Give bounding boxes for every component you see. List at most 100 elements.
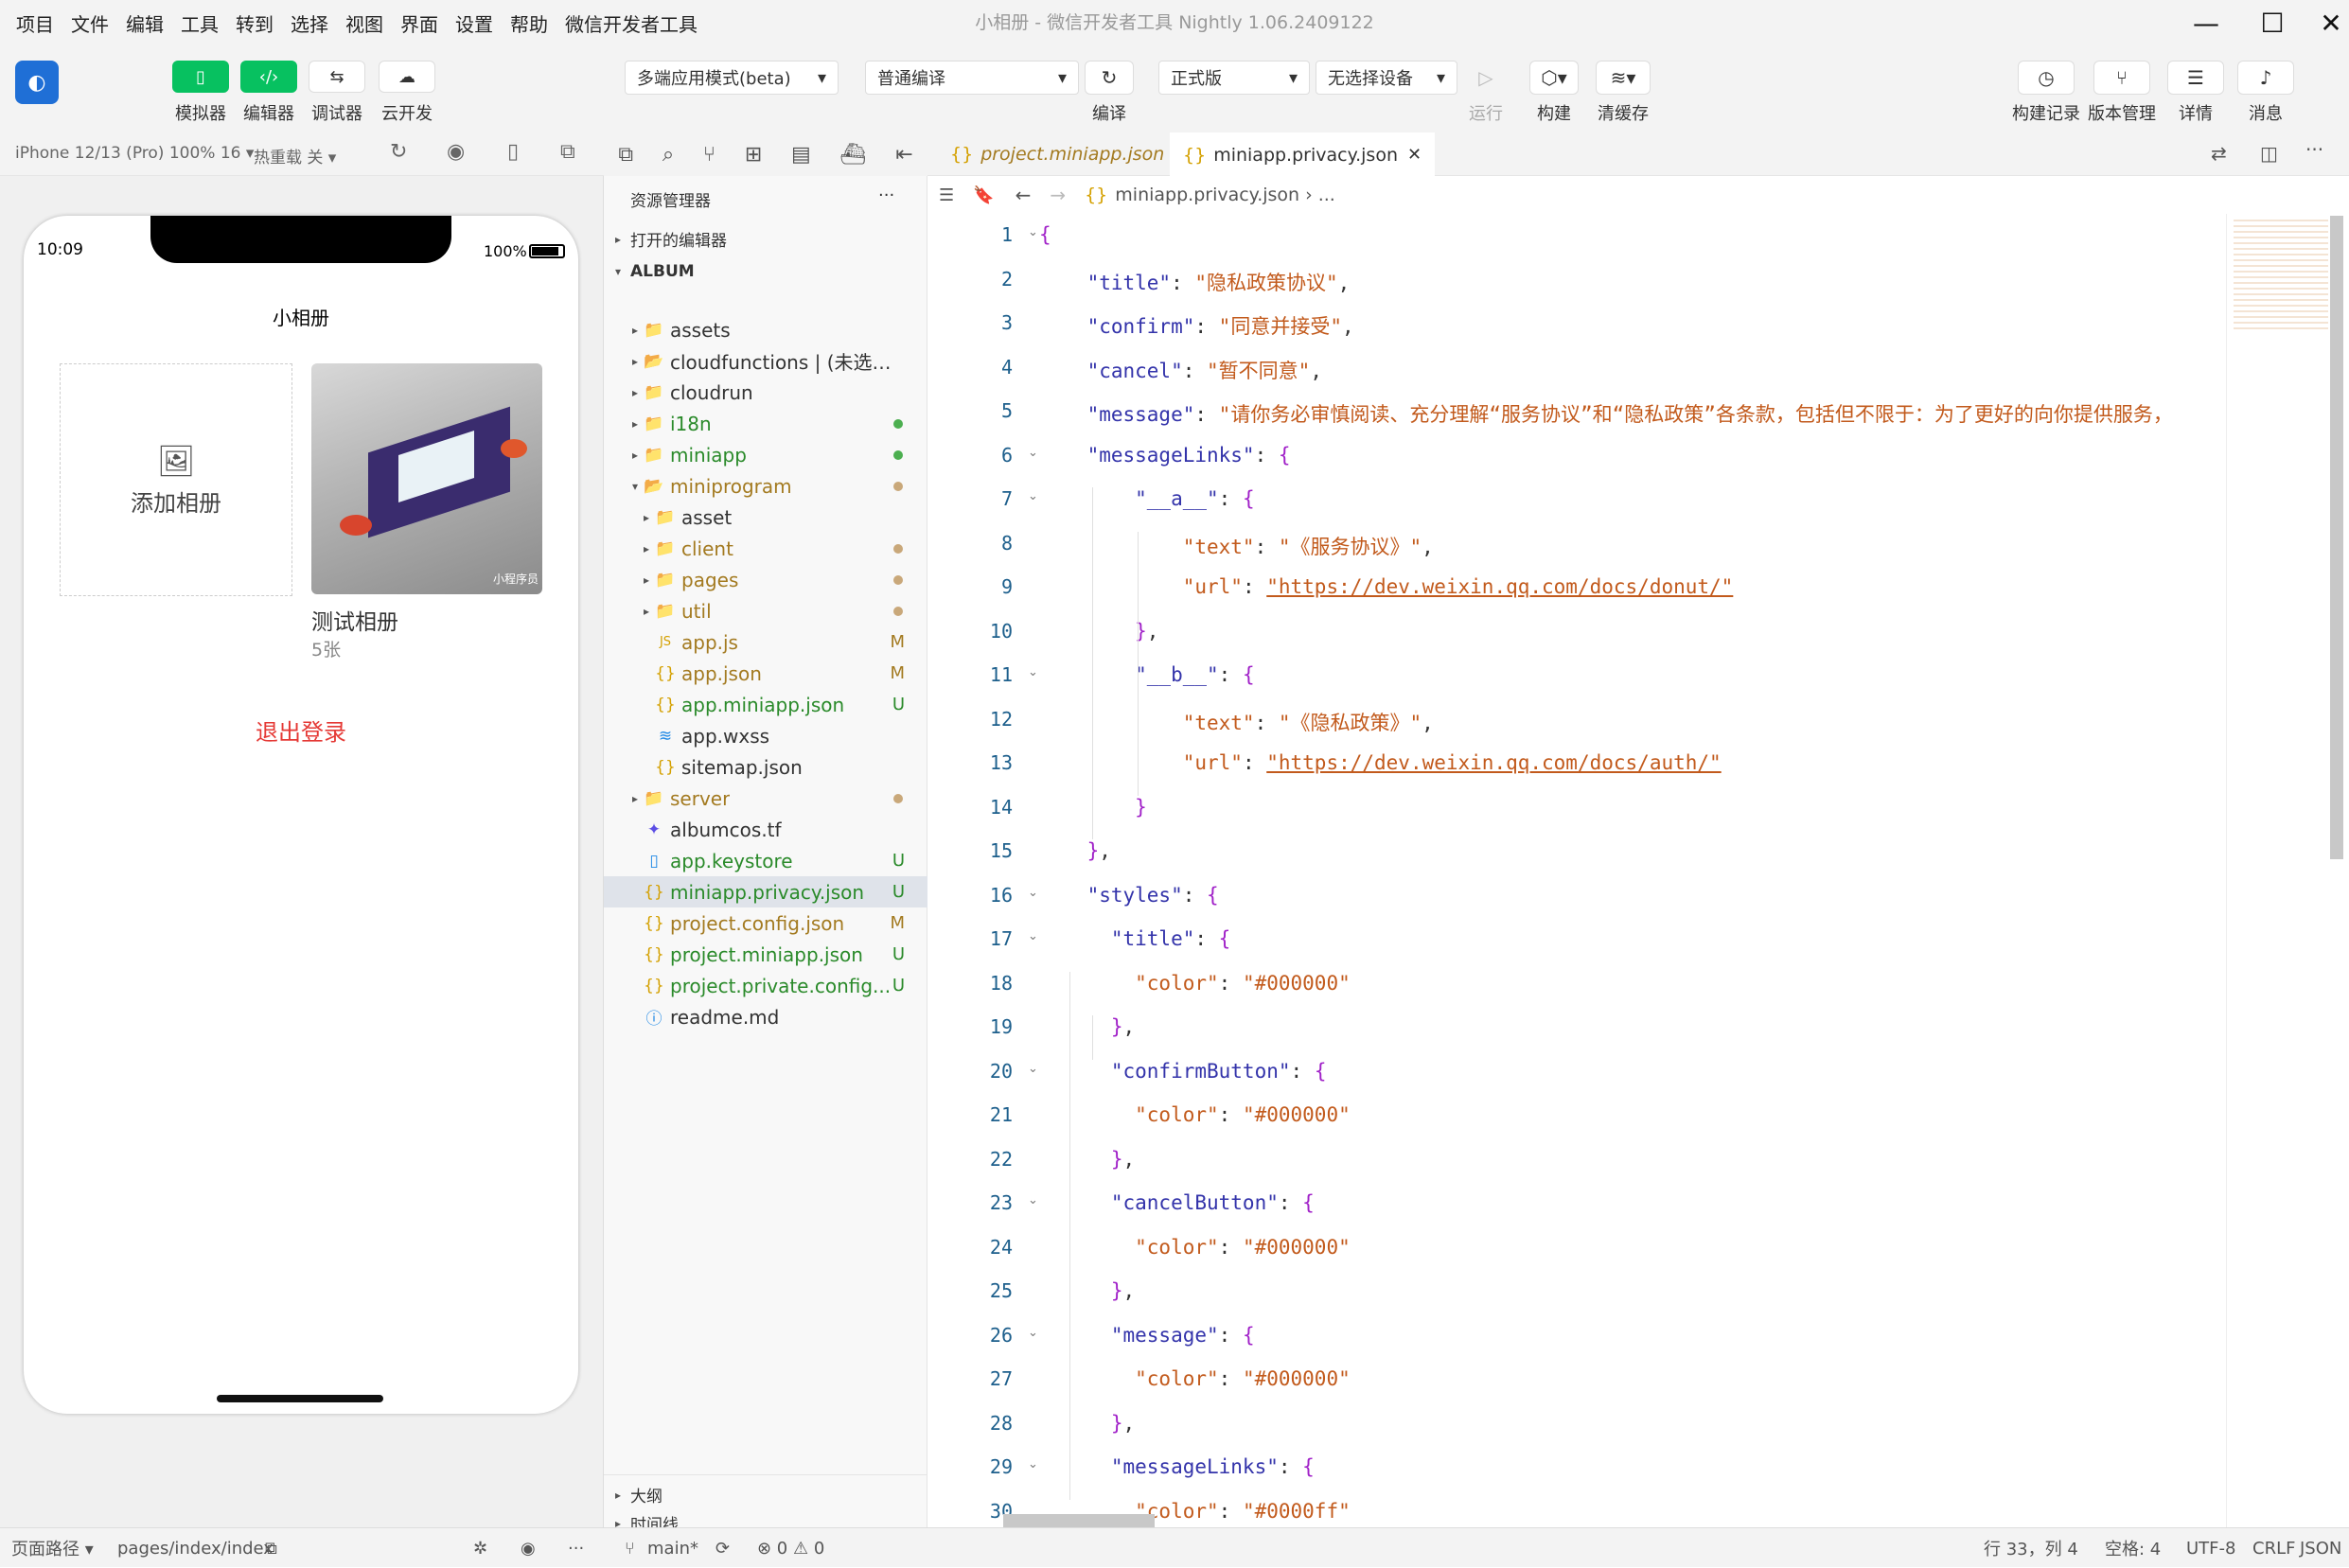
hot-reload-toggle[interactable]: 热重载 关 ▾ [254,144,336,167]
build-log-button[interactable]: ◷ [2018,61,2075,95]
menu-item[interactable]: 编辑 [117,9,172,37]
details-button[interactable]: ☰ [2167,61,2224,95]
tab-project-miniapp[interactable]: {} project.miniapp.json [937,132,1177,176]
file-tree-item[interactable]: {} app.json M [604,658,927,689]
file-tree-item[interactable]: ▸ 📁 cloudrun [604,377,927,408]
menu-item[interactable]: 设置 [447,9,502,37]
file-tree-item[interactable]: ▸ 📁 i18n [604,408,927,439]
open-editors-section[interactable]: ▸ 打开的编辑器 [604,223,927,255]
indentation[interactable]: 空格: 4 [2105,1528,2161,1568]
fold-chevron-icon[interactable]: ⌄ [1028,1193,1038,1207]
refresh-icon[interactable]: ↻ [390,140,407,164]
close-window-button[interactable]: ✕ [2302,0,2349,45]
fold-chevron-icon[interactable]: ⌄ [1028,489,1038,503]
fold-chevron-icon[interactable]: ⌄ [1028,1326,1038,1340]
file-tree-item[interactable]: ▸ 📁 server [604,783,927,814]
copy-icon[interactable]: ⧉ [265,1528,277,1568]
collapse-icon[interactable]: ⇤ [895,143,912,167]
fold-chevron-icon[interactable]: ⌄ [1028,886,1038,900]
file-tree-item[interactable]: ▸ 📁 asset [604,502,927,533]
album-cover[interactable]: 小程序员 [311,363,542,594]
file-tree-item[interactable]: ▸ 📁 pages [604,564,927,595]
mode-select[interactable]: 多端应用模式(beta) ▾ [625,61,839,95]
menu-item[interactable]: 转到 [227,9,282,37]
window-icon[interactable]: ⧉ [560,140,575,164]
more-icon[interactable]: ··· [878,185,894,205]
menu-item[interactable]: 文件 [62,9,117,37]
editor-toggle[interactable]: ‹/› [240,61,297,93]
forward-arrow-icon[interactable]: → [1050,184,1066,206]
split-editor-icon[interactable]: ◫ [2260,142,2278,165]
compile-select[interactable]: 普通编译 ▾ [865,61,1079,95]
files-icon[interactable]: ⧉ [618,143,633,167]
back-arrow-icon[interactable]: ← [1016,184,1032,206]
more-icon[interactable]: ··· [568,1528,584,1568]
encoding[interactable]: UTF-8 [2186,1528,2235,1568]
maximize-button[interactable]: ☐ [2243,0,2302,45]
line-ending[interactable]: CRLF [2252,1528,2295,1568]
device-select[interactable]: 无选择设备 ▾ [1316,61,1457,95]
file-tree-item[interactable]: ▾ 📂 miniprogram [604,470,927,502]
menu-item[interactable]: 微信开发者工具 [556,9,706,37]
list-icon[interactable]: ☰ [939,185,954,205]
version-mgmt-button[interactable]: ⑂ [2093,61,2150,95]
close-icon[interactable]: ✕ [1407,145,1422,165]
search-icon[interactable]: ⌕ [662,143,674,167]
fold-chevron-icon[interactable]: ⌄ [1028,225,1038,239]
menu-item[interactable]: 项目 [8,9,62,37]
fold-chevron-icon[interactable]: ⌄ [1028,1457,1038,1471]
file-tree-item[interactable]: ▸ 📂 cloudfunctions | (未选择... [604,345,927,377]
outline-section[interactable]: ▸ 大纲 [604,1479,927,1510]
horizontal-scrollbar[interactable] [1003,1514,1155,1527]
menu-item[interactable]: 视图 [337,9,392,37]
menu-item[interactable]: 工具 [172,9,227,37]
code-area[interactable]: 1 ⌄ 2 3 4 5 6 ⌄ 7 ⌄ 8 9 10 11 ⌄ 12 13 14 15 16 ⌄ 17 ⌄ 18 19 20 ⌄ 21… [927,214,2349,1527]
compile-button[interactable]: ↻ [1085,61,1134,95]
breadcrumb-more[interactable]: ... [1318,185,1335,205]
git-branch[interactable]: main* [647,1528,698,1568]
extensions-icon[interactable]: ⊞ [745,143,762,167]
problems-indicator[interactable]: ⊗ 0 ⚠ 0 [757,1528,824,1568]
fold-chevron-icon[interactable]: ⌄ [1028,929,1038,943]
file-tree-item[interactable]: {} app.miniapp.json U [604,689,927,720]
device-select[interactable]: iPhone 12/13 (Pro) 100% 16 ▾ [15,144,254,163]
page-path-select[interactable]: 页面路径 ▾ [11,1528,94,1568]
code-body[interactable]: { "title": "隐私政策协议", "confirm": "同意并接受",… [1039,214,2213,1527]
bug-icon[interactable]: ✲ [473,1528,487,1568]
logout-button[interactable]: 退出登录 [24,714,578,747]
stop-icon[interactable]: ◉ [447,140,465,164]
simulator-toggle[interactable]: ▯ [172,61,229,93]
build-button[interactable]: ⬡▾ [1529,61,1579,95]
file-tree-item[interactable]: ▯ app.keystore U [604,845,927,876]
fold-chevron-icon[interactable]: ⌄ [1028,1062,1038,1076]
file-tree-item[interactable]: JS app.js M [604,626,927,658]
fold-chevron-icon[interactable]: ⌄ [1028,665,1038,679]
run-button[interactable]: ▷ [1461,61,1510,95]
minimap[interactable] [2234,216,2328,329]
file-tree-item[interactable]: {} miniapp.privacy.json U [604,876,927,907]
add-album-card[interactable]: 🖼 添加相册 [60,363,292,596]
minimize-button[interactable]: — [2177,0,2235,45]
menu-item[interactable]: 界面 [392,9,447,37]
eye-icon[interactable]: ◉ [521,1528,536,1568]
phone-icon[interactable]: ▯ [507,140,519,164]
menu-item[interactable]: 选择 [282,9,337,37]
clear-cache-button[interactable]: ≋▾ [1596,61,1651,95]
tab-miniapp-privacy[interactable]: {} miniapp.privacy.json ✕ [1170,132,1436,177]
file-tree-item[interactable]: ≋ app.wxss [604,720,927,751]
bookmark-icon[interactable]: 🔖 [973,185,994,205]
messages-button[interactable]: ♪ [2237,61,2294,95]
file-tree-item[interactable]: {} project.miniapp.json U [604,939,927,970]
file-tree-item[interactable]: {} project.private.config... U [604,970,927,1001]
fold-chevron-icon[interactable]: ⌄ [1028,446,1038,460]
vertical-scrollbar[interactable] [2330,216,2343,859]
file-tree-item[interactable]: ▸ 📁 client [604,533,927,564]
file-tree-item[interactable]: ▸ 📁 util [604,595,927,626]
compare-icon[interactable]: ⇄ [2211,142,2227,165]
more-actions-icon[interactable]: ··· [2305,138,2323,161]
language-mode[interactable]: JSON [2300,1528,2341,1568]
version-select[interactable]: 正式版 ▾ [1158,61,1310,95]
cursor-position[interactable]: 行 33，列 4 [1984,1528,2078,1568]
layout-icon[interactable]: ▤ [791,143,811,167]
file-tree-item[interactable]: ✦ albumcos.tf [604,814,927,845]
